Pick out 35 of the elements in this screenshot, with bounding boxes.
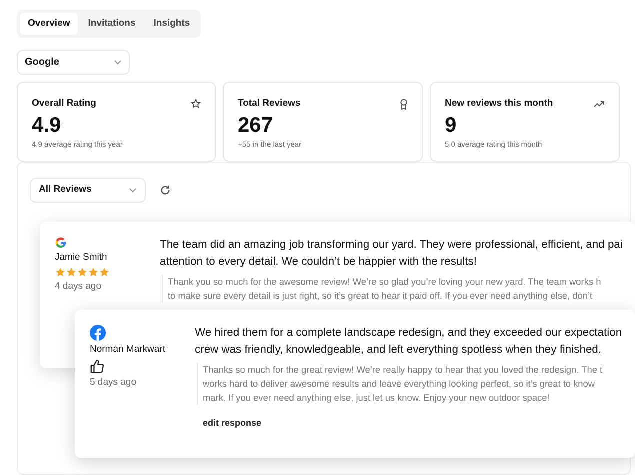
star-icon bbox=[66, 267, 77, 278]
trending-up-icon bbox=[594, 100, 605, 108]
edit-response-button[interactable]: edit response bbox=[203, 417, 262, 430]
facebook-logo-icon bbox=[90, 325, 106, 341]
reviews-filter-select[interactable]: All Reviews bbox=[30, 178, 146, 203]
review-text: We hired them for a complete landscape redesign, and they exceeded our expectation crew was friendly, knowledgeable, and left everything spotless when they finished. bbox=[195, 326, 622, 358]
select-value: Google bbox=[25, 56, 60, 70]
reviewer-name: Norman Markwart bbox=[90, 343, 166, 357]
star-icon bbox=[55, 267, 66, 278]
owner-reply: Thanks so much for the great review! We’re really happy to hear that you loved the redesign. The t works hard to deliver awesome results and leave everything looking perfect, so it’s great to know mark. If you ever need anything else, just let us know. Enjoy your new outdoor space! bbox=[197, 363, 603, 405]
source-select[interactable]: Google bbox=[17, 50, 130, 76]
tab[interactable]: Invitations bbox=[80, 13, 144, 36]
google-logo-icon bbox=[55, 237, 67, 249]
review-text: The team did an amazing job transforming our yard. They were professional, efficient, and pai attention to every detail. We couldn’t be happier with the results! bbox=[160, 238, 623, 270]
star-icon bbox=[191, 99, 201, 110]
tab[interactable]: Overview bbox=[20, 13, 78, 36]
stat-value: 9 bbox=[445, 112, 458, 138]
stat-value: 4.9 bbox=[32, 112, 62, 138]
chevron-down-icon bbox=[129, 188, 137, 193]
review-time: 5 days ago bbox=[90, 376, 136, 390]
star-icon bbox=[88, 267, 99, 278]
refresh-icon[interactable] bbox=[160, 185, 171, 196]
reviewer-name: Jamie Smith bbox=[55, 251, 108, 265]
stat-value: 267 bbox=[238, 112, 274, 138]
stat-title: Total Reviews bbox=[238, 97, 301, 112]
tab[interactable]: Insights bbox=[146, 13, 198, 36]
star-icon bbox=[77, 267, 88, 278]
stat-title: Overall Rating bbox=[32, 97, 96, 112]
owner-reply: Thank you so much for the awesome review! We’re so glad you’re loving your new yard. The team works h to make sure every detail is just right, so it’s great to hear it paid off. If you ever need anything else, don’t bbox=[162, 275, 602, 303]
award-icon bbox=[400, 98, 408, 110]
select-value: All Reviews bbox=[39, 183, 92, 198]
chevron-down-icon bbox=[114, 60, 122, 66]
review-time: 4 days ago bbox=[55, 280, 102, 294]
stat-title: New reviews this month bbox=[445, 97, 554, 112]
star-icon bbox=[99, 267, 110, 278]
